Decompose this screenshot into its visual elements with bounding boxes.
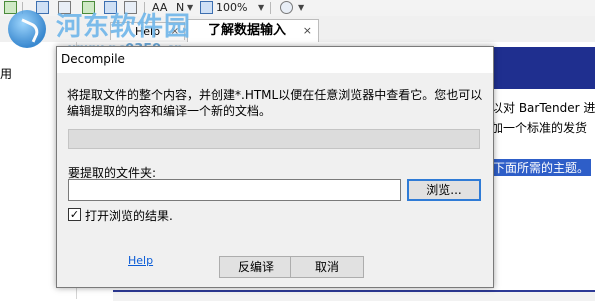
- browse-button[interactable]: 浏览...: [407, 179, 481, 201]
- document-text-line: 以对 BarTender 进: [491, 101, 595, 115]
- dialog-description: 将提取文件的整个内容，并创建*.HTML以便在任意浏览器中查看它。您也可以编辑提…: [67, 88, 483, 118]
- help-link[interactable]: Help: [128, 254, 153, 267]
- zoom-level[interactable]: 100%: [216, 0, 247, 15]
- decompile-dialog: Decompile 将提取文件的整个内容，并创建*.HTML以便在任意浏览器中查…: [56, 46, 494, 288]
- dialog-title: Decompile: [61, 52, 125, 66]
- tab-active-label: 了解数据输入: [208, 23, 287, 38]
- refresh-icon[interactable]: [4, 1, 17, 14]
- folder-input[interactable]: [68, 179, 401, 201]
- circle-icon[interactable]: [280, 1, 293, 14]
- tab-understand-data-input[interactable]: 了解数据输入 ×: [187, 19, 319, 42]
- chevron-down-icon[interactable]: ▼: [298, 0, 304, 15]
- cancel-button[interactable]: 取消: [290, 256, 364, 278]
- close-icon[interactable]: ×: [303, 20, 312, 42]
- watermark-logo-icon: [8, 10, 46, 48]
- edit-icon[interactable]: [36, 1, 49, 14]
- toolbar-separator: [270, 2, 271, 14]
- decompile-button[interactable]: 反编译: [219, 256, 293, 278]
- open-results-label[interactable]: 打开浏览的结果.: [85, 207, 173, 224]
- document-text-line: 加一个标准的发货: [491, 121, 588, 135]
- dialog-titlebar[interactable]: Decompile: [57, 47, 493, 73]
- watermark-title: 河东软件园: [56, 12, 192, 42]
- left-pane-text[interactable]: 用: [0, 65, 12, 82]
- document-bottom-panel: [113, 290, 595, 301]
- progress-bar: [68, 129, 480, 149]
- chevron-down-icon[interactable]: ▼: [258, 0, 264, 15]
- zoom-icon[interactable]: [200, 1, 213, 14]
- open-results-checkbox[interactable]: ✓: [68, 208, 81, 221]
- document-selected-link[interactable]: 下面所需的主题。: [491, 159, 592, 176]
